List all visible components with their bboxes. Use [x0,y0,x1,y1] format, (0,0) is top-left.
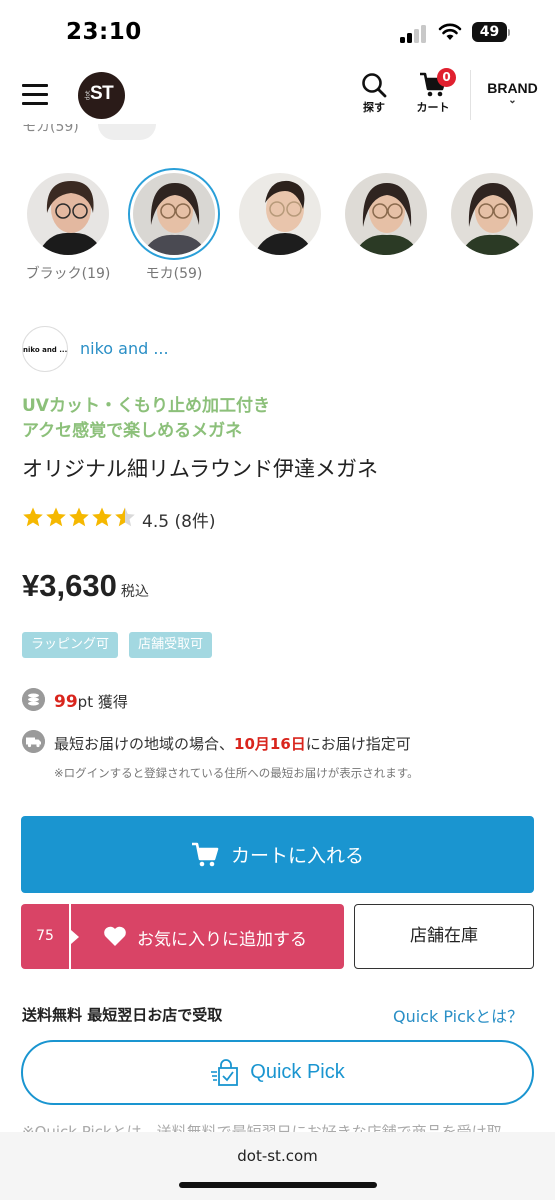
add-to-cart-label: カートに入れる [230,845,364,867]
store-stock-button[interactable]: 店舗在庫 [354,904,534,969]
add-to-favorites-label: お気に入りに追加する [137,930,307,950]
brand-name[interactable]: niko and ... [80,339,169,358]
color-label: モカ(59) [145,266,203,282]
color-photo [27,173,109,255]
color-swatch[interactable]: ブラック(19) [22,168,114,283]
browser-address-bar[interactable]: dot-st.com [0,1132,555,1200]
arrow-right-icon [71,930,79,944]
add-to-favorites-button[interactable]: 75 お気に入りに追加する [21,904,344,969]
quick-pick-about-link[interactable]: Quick Pickとは？ [393,1003,523,1027]
status-bar: 23:10 49 [0,0,555,62]
quantity-pill[interactable] [98,124,156,140]
color-photo [239,173,321,255]
color-swatch[interactable] [234,168,326,263]
search-icon [362,73,387,98]
cart-button[interactable]: カート 0 [413,68,456,120]
color-photo [451,173,533,255]
brand-logo: niko and ... [22,326,68,372]
delivery-prefix: 最短お届けの地域の場合、 [54,735,235,753]
brand-menu-label: BRAND [487,80,538,96]
site-header: dot ST 探す カート 0 BRAND ⌄ [0,62,555,124]
cart-count-badge: 0 [437,68,456,87]
catch-line-1: UVカット・くもり止め加工付き [22,396,270,416]
logo-text: ST [90,83,114,104]
search-label: 探す [363,101,385,114]
browser-url: dot-st.com [237,1147,318,1165]
color-swatch[interactable] [446,168,538,263]
battery-level: 49 [472,22,507,42]
brand-menu-button[interactable]: BRAND ⌄ [480,80,545,106]
product-price: ¥3,630 税込 [22,568,149,604]
quick-pick-button[interactable]: Quick Pick [21,1040,534,1105]
search-button[interactable]: 探す [354,72,394,120]
price-value: ¥3,630 [22,568,117,603]
cart-icon [191,842,219,866]
star-rating-icon [23,507,135,527]
delivery-note: ※ログインすると登録されている住所への最短お届けが表示されます。 [54,766,419,780]
site-logo[interactable]: dot ST [78,72,125,119]
battery-icon: 49 [472,22,510,42]
product-catch-copy: UVカット・くもり止め加工付き アクセ感覚で楽しめるメガネ [22,394,270,444]
home-indicator[interactable] [179,1182,377,1188]
tax-label: 税込 [120,584,149,600]
tag-store-pickup: 店舗受取可 [129,632,213,658]
coin-stack-icon [22,688,45,711]
menu-icon[interactable] [22,84,48,106]
points-value: 99 [54,692,78,712]
product-title: オリジナル細リムラウンド伊達メガネ [22,457,378,481]
delivery-date: 10月16日 [234,735,306,753]
color-swatch[interactable] [340,168,432,263]
header-divider [470,70,471,120]
tag-wrapping: ラッピング可 [22,632,119,658]
product-tags: ラッピング可 店舗受取可 [22,632,218,658]
favorite-count: 75 [36,928,54,944]
add-to-cart-button[interactable]: カートに入れる [21,816,534,893]
status-time: 23:10 [66,19,142,45]
chevron-down-icon: ⌄ [508,95,517,106]
delivery-suffix: にお届け指定可 [305,735,411,753]
color-label: ブラック(19) [25,266,111,282]
rating-text: 4.5 (8件) [142,512,216,532]
wifi-icon [438,23,462,40]
color-photo [345,173,427,255]
quick-pick-shipping-label: 送料無料 最短翌日お店で受取 [22,1006,223,1024]
points-suffix: pt 獲得 [77,693,128,711]
clipped-color-label: モカ(59) [22,124,79,135]
catch-line-2: アクセ感覚で楽しめるメガネ [22,421,243,441]
shopping-bag-icon [211,1058,239,1086]
clipped-previous-row: モカ(59) [0,124,555,142]
cart-label: カート [416,101,450,114]
heart-icon [104,926,126,946]
truck-icon [22,730,45,753]
color-selector: ブラック(19) モカ(59) [0,168,555,288]
cellular-signal-icon [400,25,428,43]
quick-pick-label: Quick Pick [250,1061,345,1083]
color-photo [133,173,215,255]
color-swatch-selected[interactable]: モカ(59) [128,168,220,283]
